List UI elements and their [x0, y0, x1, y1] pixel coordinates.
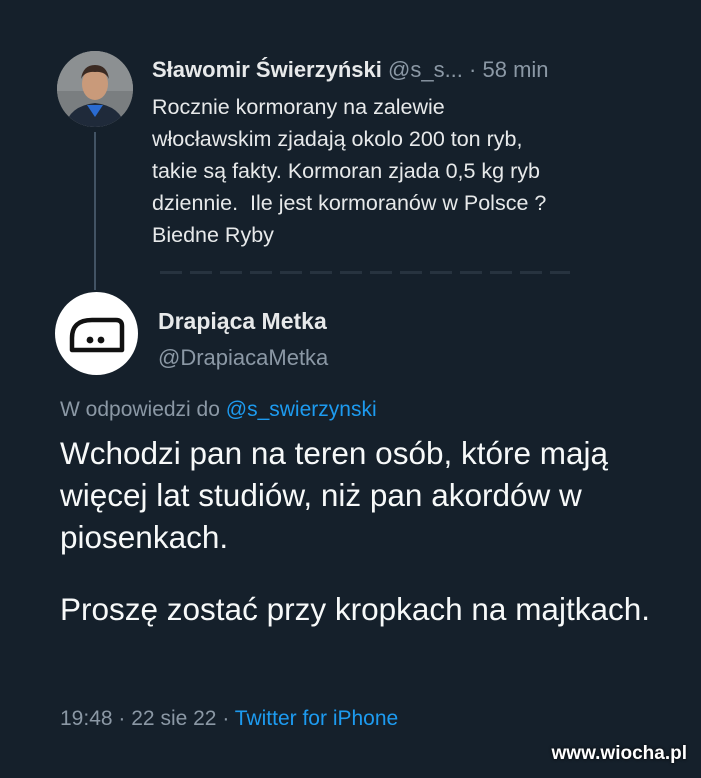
tweet-footer: 19:48 · 22 sie 22 · Twitter for iPhone — [60, 705, 398, 733]
author-name[interactable]: Sławomir Świerzyński — [152, 57, 382, 82]
meta-separator: · — [469, 57, 477, 82]
tweet-time[interactable]: 58 min — [482, 57, 548, 82]
quoted-tweet-header: Sławomir Świerzyński @s_s... · 58 min — [152, 56, 549, 84]
replying-to-link[interactable]: @s_swierzynski — [226, 398, 377, 421]
reply-author-avatar[interactable] — [55, 292, 138, 375]
author-handle[interactable]: @s_s... — [388, 57, 463, 82]
author-avatar[interactable] — [57, 51, 133, 127]
tweet-text-line: takie są fakty. Kormoran zjada 0,5 kg ry… — [152, 159, 540, 183]
footer-separator: · — [222, 707, 230, 730]
tweet-date[interactable]: 22 sie 22 — [131, 707, 216, 730]
reply-author-name[interactable]: Drapiąca Metka — [158, 306, 327, 336]
tweet-paragraph: Wchodzi pan na teren osób, które mają wi… — [60, 435, 609, 555]
tweet-paragraph: Proszę zostać przy kropkach na majtkach. — [60, 591, 650, 627]
replying-to-label: W odpowiedzi do — [60, 398, 220, 421]
iron-icon — [69, 317, 124, 352]
site-watermark: www.wiocha.pl — [551, 743, 687, 764]
thread-connector-line — [94, 132, 96, 290]
tweet-text-line: włocławskim zjadają okolo 200 ton ryb, — [152, 127, 523, 151]
cropped-text-remnant — [160, 271, 570, 274]
quoted-tweet-text: Rocznie kormorany na zalewie włocławskim… — [152, 91, 652, 251]
reply-author-handle[interactable]: @DrapiacaMetka — [158, 343, 328, 373]
tweet-text-line: dziennie. Ile jest kormoranów w Polsce ? — [152, 191, 547, 215]
tweet-text-line: Biedne Ryby — [152, 223, 274, 247]
tweet-text-line: Rocznie kormorany na zalewie — [152, 95, 445, 119]
tweet-source-link[interactable]: Twitter for iPhone — [235, 707, 398, 730]
footer-separator: · — [118, 707, 126, 730]
person-photo-icon — [57, 51, 133, 127]
reply-tweet-text: Wchodzi pan na teren osób, które mają wi… — [60, 432, 680, 630]
tweet-timestamp[interactable]: 19:48 — [60, 707, 113, 730]
replying-to-line: W odpowiedzi do @s_swierzynski — [60, 396, 377, 424]
